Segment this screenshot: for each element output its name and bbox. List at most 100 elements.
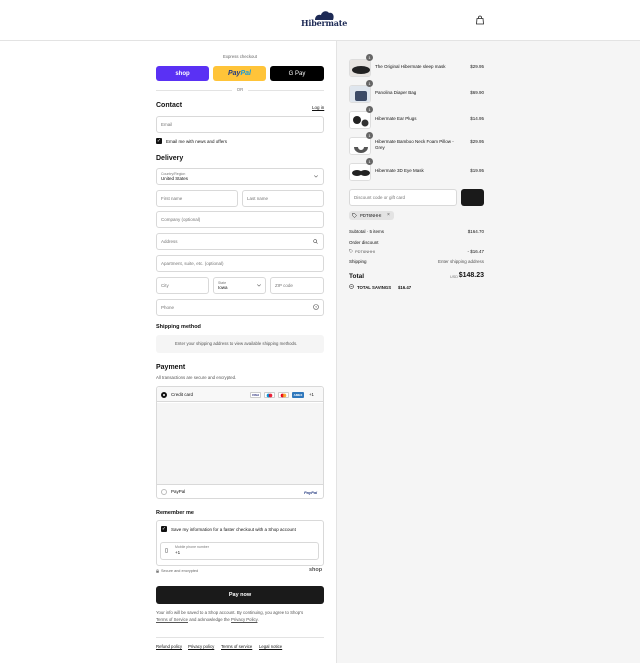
discount-code-placeholder: Discount code or gift card: [354, 195, 406, 200]
legal-text: Your info will be saved to a Shop accoun…: [156, 609, 324, 623]
shipping-label: Shipping: [349, 259, 367, 264]
city-placeholder: City: [161, 283, 169, 288]
google-pay-button[interactable]: G Pay: [270, 66, 324, 81]
sleep-mask-image: [350, 60, 370, 76]
shop-pay-label: shop: [175, 70, 190, 77]
lock-icon: [156, 569, 159, 573]
credit-card-label: Credit card: [171, 392, 194, 397]
paypal-option-label: PayPal: [171, 489, 186, 494]
address-field[interactable]: Address: [156, 233, 324, 250]
apply-discount-button[interactable]: [461, 189, 484, 206]
discount-value: - $16.47: [467, 249, 484, 254]
terms-of-service-link[interactable]: Terms of service: [221, 644, 252, 649]
tag-icon: [349, 249, 353, 253]
email-field[interactable]: Email: [156, 116, 324, 133]
total-value: $148.23: [458, 272, 484, 279]
credit-card-radio[interactable]: [161, 392, 167, 398]
discount-code-applied: PDT6NHHI: [355, 249, 376, 254]
subtotal-value: $164.70: [467, 229, 484, 234]
help-icon[interactable]: ?: [313, 304, 319, 310]
email-placeholder: Email: [161, 122, 173, 127]
secure-encrypted-label: Secure and encrypted: [161, 569, 199, 573]
first-name-placeholder: First name: [161, 196, 183, 201]
legal-text-c: .: [257, 617, 259, 622]
legal-text-b: and acknowledge the: [189, 617, 230, 622]
zip-field[interactable]: ZIP code: [270, 277, 324, 294]
product-thumbnail: [349, 111, 371, 129]
product-thumbnail: [349, 59, 371, 77]
item-quantity-badge: 1: [366, 54, 373, 61]
credit-card-form-area: [157, 403, 323, 484]
total-label: Total: [349, 273, 365, 280]
mobile-phone-value: +1: [175, 550, 181, 555]
save-info-checkbox[interactable]: ✓: [161, 526, 167, 532]
city-field[interactable]: City: [156, 277, 209, 294]
paypal-label-a: Pay: [228, 70, 241, 77]
item-quantity-badge: 1: [366, 158, 373, 165]
company-field[interactable]: Company (optional): [156, 211, 324, 228]
zip-placeholder: ZIP code: [275, 283, 293, 288]
news-checkbox[interactable]: ✓: [156, 138, 162, 144]
phone-field[interactable]: Phone: [156, 299, 324, 316]
footer-divider: [156, 637, 324, 638]
country-value: United States: [161, 176, 189, 181]
contact-title: Contact: [156, 102, 183, 109]
total-savings-value: $16.47: [398, 285, 412, 290]
item-price: $19.95: [470, 168, 484, 173]
neck-pillow-image: [350, 138, 370, 154]
express-checkout-title: Express checkout: [223, 54, 257, 59]
order-summary-panel: [336, 41, 640, 663]
shopping-bag-icon[interactable]: [475, 15, 485, 25]
eye-mask-image: [350, 164, 370, 180]
more-cards-count: +1: [309, 392, 314, 397]
terms-link[interactable]: Terms of Service: [156, 617, 188, 622]
item-price: $14.95: [470, 116, 484, 121]
remove-code-icon[interactable]: ×: [387, 212, 390, 218]
company-placeholder: Company (optional): [161, 217, 201, 222]
discount-code-field[interactable]: Discount code or gift card: [349, 189, 457, 206]
save-info-label: Save my information for a faster checkou…: [171, 527, 296, 532]
total-savings-label: TOTAL SAVINGS: [357, 285, 392, 290]
product-thumbnail: [349, 163, 371, 181]
refund-policy-link[interactable]: Refund policy: [156, 644, 182, 649]
order-discount-label: Order discount: [349, 240, 379, 245]
payment-subtitle: All transactions are secure and encrypte…: [156, 375, 237, 380]
mastercard-icon: [278, 392, 289, 398]
pay-now-button[interactable]: Pay now: [156, 586, 324, 604]
pay-now-label: Pay now: [228, 592, 252, 598]
shop-pay-button[interactable]: shop: [156, 66, 209, 81]
diaper-bag-image: [350, 86, 370, 102]
state-value: Iowa: [218, 285, 228, 290]
shipping-method-note: Enter your shipping address to view avai…: [175, 341, 298, 346]
last-name-field[interactable]: Last name: [242, 190, 324, 207]
phone-placeholder: Phone: [161, 305, 175, 310]
or-label: OR: [232, 87, 248, 92]
tag-icon: [352, 213, 357, 218]
shop-logo: shop: [309, 567, 323, 573]
paypal-label-b: Pal: [240, 70, 251, 77]
brand-logo[interactable]: Hibermate: [301, 10, 347, 28]
address-placeholder: Address: [161, 239, 178, 244]
last-name-placeholder: Last name: [247, 196, 269, 201]
delivery-title: Delivery: [156, 155, 184, 162]
paypal-button[interactable]: Pay Pal: [213, 66, 266, 81]
privacy-link[interactable]: Privacy Policy: [231, 617, 257, 622]
item-quantity-badge: 1: [366, 132, 373, 139]
search-icon: [313, 239, 318, 244]
first-name-field[interactable]: First name: [156, 190, 238, 207]
login-link[interactable]: Log in: [312, 105, 324, 110]
product-thumbnail: [349, 137, 371, 155]
paypal-logo: PayPal: [304, 490, 318, 495]
country-select[interactable]: Country/Region United States: [156, 168, 324, 185]
savings-tag-icon: [349, 284, 354, 289]
item-quantity-badge: 1: [366, 106, 373, 113]
paypal-radio[interactable]: [161, 489, 167, 495]
mobile-phone-icon: [165, 548, 168, 553]
apartment-field[interactable]: Apartment, suite, etc. (optional): [156, 255, 324, 272]
maestro-icon: [264, 392, 275, 398]
legal-notice-link[interactable]: Legal notice: [259, 644, 282, 649]
chevron-down-icon: [257, 284, 261, 287]
product-thumbnail: [349, 85, 371, 103]
privacy-policy-link[interactable]: Privacy policy: [188, 644, 214, 649]
applied-code-label: PDT6NHHI: [360, 213, 382, 218]
